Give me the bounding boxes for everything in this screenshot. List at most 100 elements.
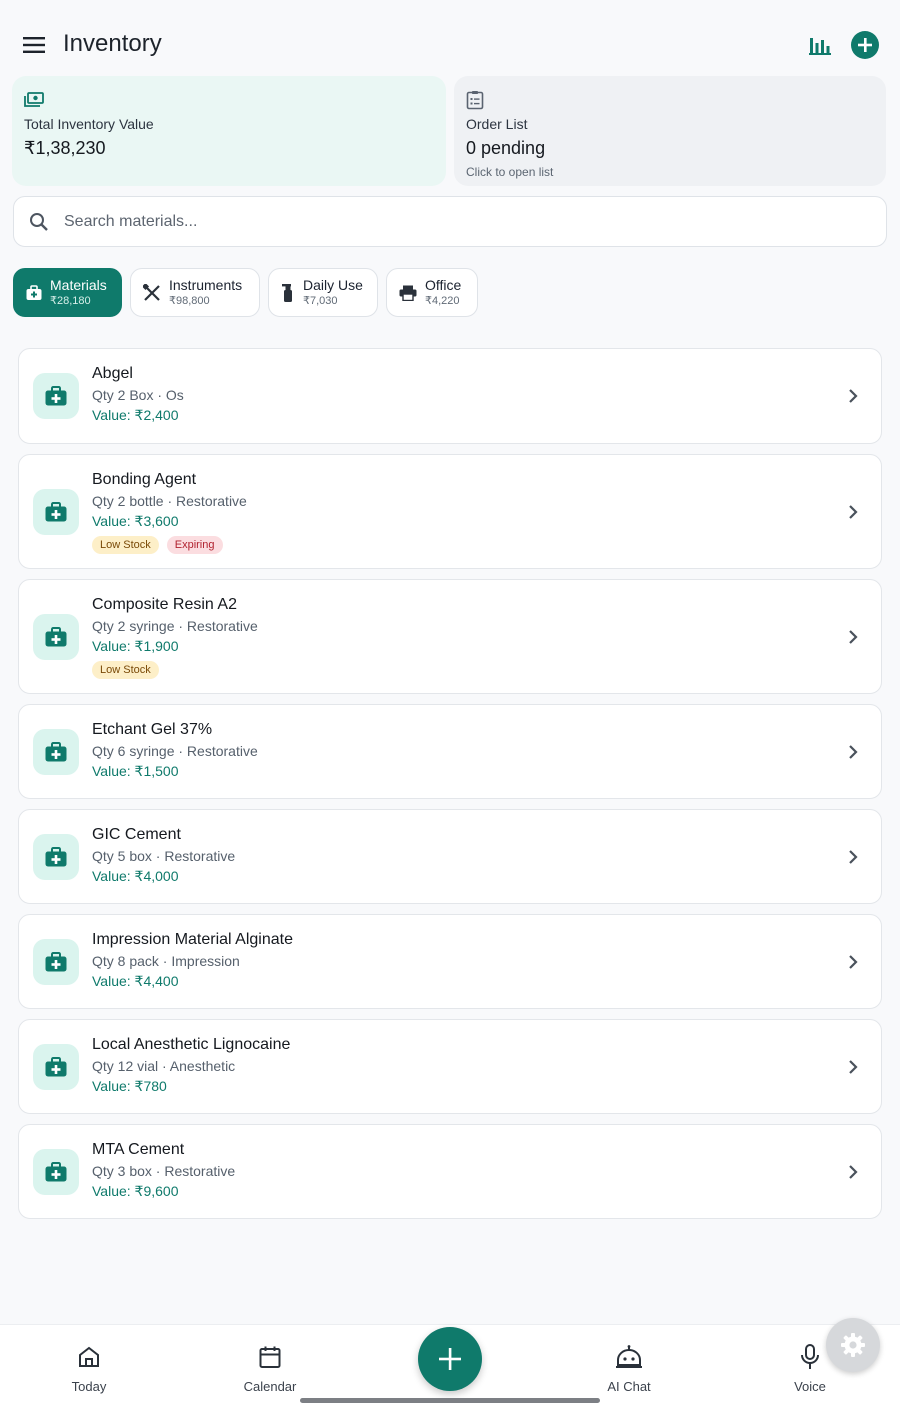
hamburger-icon xyxy=(23,37,45,53)
item-value: Value: ₹1,900 xyxy=(92,638,179,654)
medical-kit-icon xyxy=(45,386,67,406)
chevron-right-icon xyxy=(849,389,858,403)
plus-icon xyxy=(858,38,872,52)
medical-kit-icon xyxy=(45,952,67,972)
chevron-right-icon xyxy=(849,954,858,969)
item-meta: Qty 2 Box · Os xyxy=(92,387,184,403)
item-name: MTA Cement xyxy=(92,1141,185,1158)
item-name: Local Anesthetic Lignocaine xyxy=(92,1036,291,1053)
item-meta: Qty 12 vial · Anesthetic xyxy=(92,1058,236,1074)
item-name: Composite Resin A2 xyxy=(92,596,237,613)
item-value: Value: ₹4,400 xyxy=(92,973,179,989)
home-icon xyxy=(79,1346,99,1367)
nav-ai-chat-label: AI Chat xyxy=(607,1379,651,1394)
order-list-hint: Click to open list xyxy=(466,165,554,179)
list-item-local-anesthetic[interactable]: Local Anesthetic Lignocaine Qty 12 vial … xyxy=(18,1019,882,1114)
printer-icon xyxy=(399,285,417,301)
tab-materials-amount: ₹28,180 xyxy=(50,294,91,307)
chevron-right-icon xyxy=(849,1059,858,1074)
item-value: Value: ₹4,000 xyxy=(92,868,179,884)
page-title: Inventory xyxy=(63,30,162,57)
list-item-composite-resin[interactable]: Composite Resin A2 Qty 2 syringe · Resto… xyxy=(18,579,882,694)
low-stock-badge: Low Stock xyxy=(92,661,159,679)
plus-icon xyxy=(439,1348,461,1370)
item-name: Etchant Gel 37% xyxy=(92,721,213,738)
chevron-right-icon xyxy=(849,1164,858,1179)
inventory-value-amount: ₹1,38,230 xyxy=(24,138,106,158)
nav-today[interactable]: Today xyxy=(39,1343,139,1394)
item-value: Value: ₹1,500 xyxy=(92,763,179,779)
search-icon xyxy=(30,212,48,231)
gesture-bar xyxy=(300,1398,600,1403)
microphone-icon xyxy=(801,1344,819,1369)
nav-calendar-label: Calendar xyxy=(243,1379,297,1394)
list-item-mta-cement[interactable]: MTA Cement Qty 3 box · Restorative Value… xyxy=(18,1124,882,1219)
clipboard-list-icon xyxy=(466,91,484,110)
low-stock-badge: Low Stock xyxy=(92,536,159,554)
tab-daily-use[interactable]: Daily Use ₹7,030 xyxy=(268,268,378,317)
item-meta: Qty 2 syringe · Restorative xyxy=(92,618,258,634)
nav-voice-label: Voice xyxy=(794,1379,826,1394)
item-meta: Qty 3 box · Restorative xyxy=(92,1163,236,1179)
settings-button[interactable] xyxy=(826,1318,880,1372)
list-item-gic-cement[interactable]: GIC Cement Qty 5 box · Restorative Value… xyxy=(18,809,882,904)
item-name: Abgel xyxy=(92,365,133,382)
list-item-bonding-agent[interactable]: Bonding Agent Qty 2 bottle · Restorative… xyxy=(18,454,882,569)
item-value: Value: ₹3,600 xyxy=(92,513,179,529)
inventory-value-label: Total Inventory Value xyxy=(24,116,154,132)
tab-instruments-label: Instruments xyxy=(169,276,243,293)
nav-ai-chat[interactable]: AI Chat xyxy=(579,1343,679,1394)
chevron-right-icon xyxy=(849,744,858,759)
tab-office[interactable]: Office ₹4,220 xyxy=(386,268,478,317)
bar-chart-icon xyxy=(809,38,831,55)
tab-instruments-amount: ₹98,800 xyxy=(169,294,210,307)
item-name: GIC Cement xyxy=(92,826,181,843)
expiring-badge: Expiring xyxy=(166,536,223,554)
medical-kit-icon xyxy=(26,284,42,300)
item-meta: Qty 5 box · Restorative xyxy=(92,848,236,864)
medical-kit-icon xyxy=(45,1057,67,1077)
item-name: Impression Material Alginate xyxy=(92,931,293,948)
menu-button[interactable] xyxy=(18,30,50,60)
tab-materials[interactable]: Materials ₹28,180 xyxy=(13,268,122,317)
order-pending-count: 0 pending xyxy=(466,138,546,158)
tab-office-label: Office xyxy=(425,276,462,293)
chevron-right-icon xyxy=(849,849,858,864)
tab-materials-label: Materials xyxy=(50,276,107,293)
item-meta: Qty 8 pack · Impression xyxy=(92,953,240,969)
list-item-etchant-gel[interactable]: Etchant Gel 37% Qty 6 syringe · Restorat… xyxy=(18,704,882,799)
item-badges: Low Stock Expiring xyxy=(92,536,881,554)
robot-icon xyxy=(616,1345,642,1368)
nav-calendar[interactable]: Calendar xyxy=(220,1343,320,1394)
tools-icon xyxy=(143,283,160,301)
search-bar xyxy=(13,196,887,247)
item-badges: Low Stock xyxy=(92,661,881,679)
inventory-value-card: Total Inventory Value ₹1,38,230 xyxy=(12,76,446,186)
search-input[interactable] xyxy=(64,212,886,231)
nav-today-label: Today xyxy=(71,1379,107,1394)
analytics-button[interactable] xyxy=(804,30,836,60)
spray-bottle-icon xyxy=(282,283,292,302)
medical-kit-icon xyxy=(45,502,67,522)
medical-kit-icon xyxy=(45,627,67,647)
tab-daily-use-label: Daily Use xyxy=(303,276,363,293)
tab-daily-use-amount: ₹7,030 xyxy=(303,294,338,307)
list-item-abgel[interactable]: Abgel Qty 2 Box · Os Value: ₹2,400 xyxy=(18,348,882,444)
item-meta: Qty 2 bottle · Restorative xyxy=(92,493,247,509)
add-item-button[interactable] xyxy=(851,31,879,59)
item-value: Value: ₹9,600 xyxy=(92,1183,179,1199)
list-item-impression-material[interactable]: Impression Material Alginate Qty 8 pack … xyxy=(18,914,882,1009)
item-value: Value: ₹780 xyxy=(92,1078,167,1094)
order-list-label: Order List xyxy=(466,116,528,132)
inventory-list: Abgel Qty 2 Box · Os Value: ₹2,400 Bondi… xyxy=(18,348,882,1229)
category-tabs: Materials ₹28,180 Instruments ₹98,800 Da… xyxy=(13,268,478,318)
item-value: Value: ₹2,400 xyxy=(92,407,179,423)
item-meta: Qty 6 syringe · Restorative xyxy=(92,743,258,759)
tab-office-amount: ₹4,220 xyxy=(425,294,460,307)
item-name: Bonding Agent xyxy=(92,471,197,488)
chevron-right-icon xyxy=(849,629,858,644)
order-list-card[interactable]: Order List 0 pending Click to open list xyxy=(454,76,886,186)
tab-instruments[interactable]: Instruments ₹98,800 xyxy=(130,268,260,317)
medical-kit-icon xyxy=(45,847,67,867)
quick-add-button[interactable] xyxy=(418,1327,482,1391)
